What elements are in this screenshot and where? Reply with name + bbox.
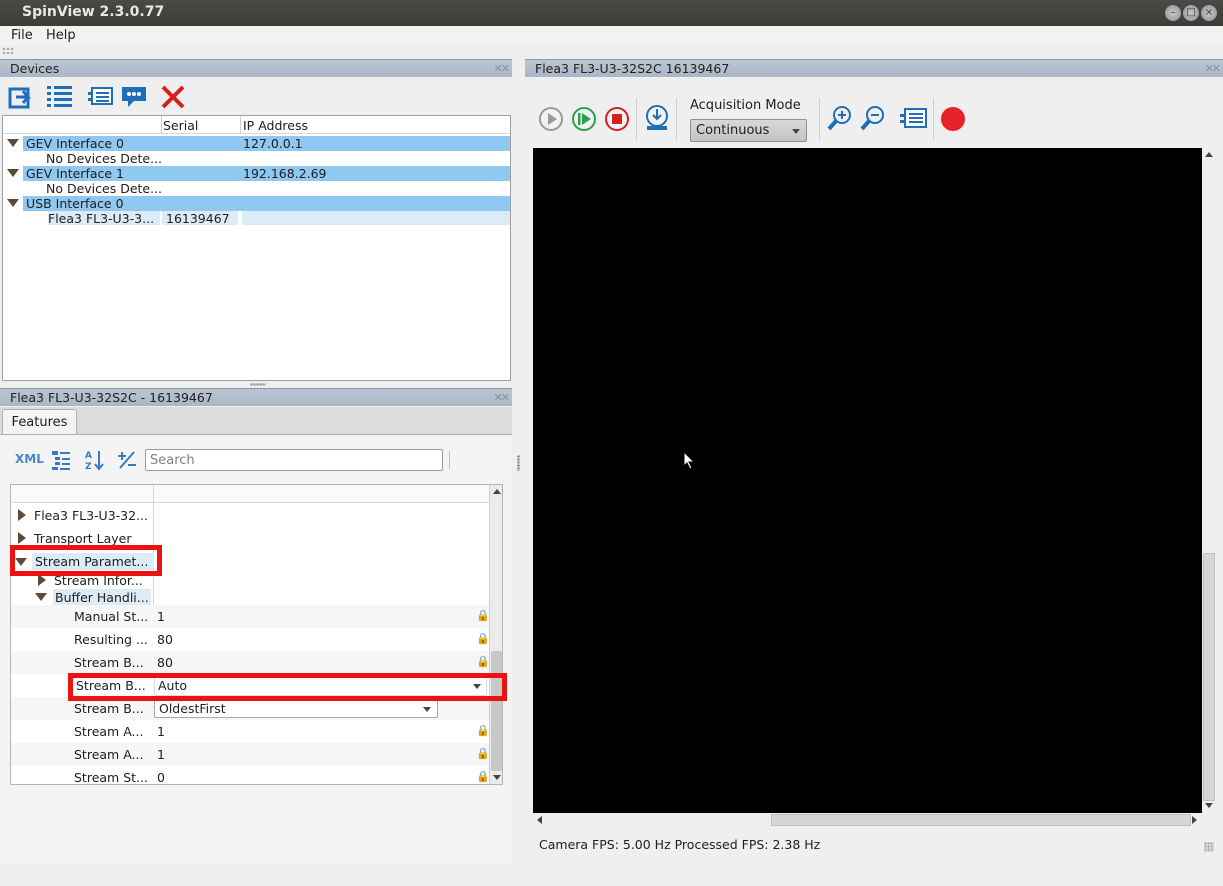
scroll-left-icon[interactable]: [537, 816, 542, 824]
scroll-right-icon[interactable]: [1192, 816, 1197, 824]
tree-view-icon[interactable]: [51, 450, 71, 470]
menu-help[interactable]: Help: [46, 28, 76, 43]
zoom-in-icon[interactable]: [826, 104, 854, 134]
acquisition-mode-label: Acquisition Mode: [690, 98, 801, 113]
tree-item[interactable]: Flea3 FL3-U3-32...: [11, 504, 489, 527]
expand-arrow-icon[interactable]: [7, 139, 19, 147]
viewer-horizontal-scrollbar[interactable]: [533, 813, 1202, 827]
scroll-thumb[interactable]: [1203, 553, 1215, 801]
search-input[interactable]: Search: [145, 449, 443, 471]
chevron-down-icon: [792, 129, 800, 134]
devices-tree-header: Serial IP Address: [3, 116, 510, 134]
message-icon[interactable]: [120, 85, 148, 109]
mouse-cursor-icon: [683, 451, 696, 470]
highlight-box: [68, 673, 507, 701]
record-icon[interactable]: [940, 106, 966, 132]
splitter-handle[interactable]: [250, 383, 266, 386]
window-title: SpinView 2.3.0.77: [22, 4, 165, 20]
scroll-thumb[interactable]: [771, 814, 1191, 826]
scroll-down-icon[interactable]: [1205, 803, 1213, 808]
devices-title: Devices: [10, 61, 60, 76]
svg-text:Z: Z: [85, 462, 92, 471]
lock-icon: 🔒: [476, 747, 490, 760]
refresh-devices-icon[interactable]: [8, 83, 34, 109]
svg-text:A: A: [85, 451, 92, 461]
xml-button[interactable]: XML: [15, 452, 44, 466]
single-frame-icon[interactable]: [571, 106, 597, 132]
lock-icon: 🔒: [476, 609, 490, 622]
dock-close-icon[interactable]: ✕✕: [494, 391, 511, 404]
device-info-icon[interactable]: [87, 86, 113, 108]
lock-icon: 🔒: [476, 770, 490, 783]
list-view-icon[interactable]: [46, 84, 74, 108]
acquisition-mode-select[interactable]: Continuous: [690, 119, 807, 142]
device-row[interactable]: GEV Interface 0 127.0.0.1: [23, 136, 510, 151]
lock-icon: 🔒: [476, 655, 490, 668]
highlight-box: [10, 545, 162, 576]
tree-item[interactable]: Buffer Handli...: [11, 588, 489, 606]
expand-arrow-icon[interactable]: [18, 532, 26, 544]
plus-minus-icon[interactable]: [117, 450, 137, 470]
feature-row[interactable]: Stream B... 80 🔒: [11, 651, 490, 674]
scroll-down-icon[interactable]: [493, 775, 501, 780]
collapse-arrow-icon[interactable]: [35, 593, 47, 601]
device-row[interactable]: GEV Interface 1 192.168.2.69: [23, 166, 510, 181]
lock-icon: 🔒: [476, 724, 490, 737]
menu-file[interactable]: File: [11, 28, 33, 43]
features-scrollbar[interactable]: [489, 485, 502, 784]
stream-info-icon[interactable]: [899, 107, 927, 131]
column-serial[interactable]: Serial: [163, 118, 198, 133]
feature-row[interactable]: Resulting ... 80 🔒: [11, 628, 490, 651]
feature-row[interactable]: Manual St... 1 🔒: [11, 605, 490, 628]
feature-row[interactable]: Stream A... 1 🔒: [11, 720, 490, 743]
device-row[interactable]: No Devices Dete...: [46, 181, 186, 196]
maximize-icon[interactable]: □: [1183, 5, 1199, 21]
feature-row[interactable]: Stream A... 1 🔒: [11, 743, 490, 766]
buffer-handling-mode-select[interactable]: OldestFirst: [154, 698, 438, 718]
camera-panel-header: Flea3 FL3-U3-32S2C - 16139467 ✕✕: [0, 388, 512, 406]
menu-bar: File Help: [0, 26, 1223, 46]
resize-grip[interactable]: [1204, 842, 1214, 852]
remove-icon[interactable]: [160, 84, 186, 110]
scroll-up-icon[interactable]: [1205, 152, 1213, 157]
close-window-icon[interactable]: ×: [1201, 5, 1217, 21]
toolbar-grip: [2, 47, 14, 55]
splitter-handle[interactable]: [517, 455, 520, 471]
device-row[interactable]: USB Interface 0: [23, 196, 510, 211]
chevron-down-icon: [423, 707, 431, 712]
camera-image-view[interactable]: [533, 148, 1202, 813]
sort-az-icon[interactable]: AZ: [84, 449, 104, 471]
devices-tree: Serial IP Address GEV Interface 0 127.0.…: [2, 115, 511, 381]
features-tree: Flea3 FL3-U3-32... Transport Layer Strea…: [10, 484, 503, 785]
lock-icon: 🔒: [476, 632, 490, 645]
expand-arrow-icon[interactable]: [7, 169, 19, 177]
features-tree-header: [11, 485, 489, 503]
tab-features[interactable]: Features: [2, 409, 77, 435]
dock-close-icon[interactable]: ✕✕: [1205, 62, 1222, 75]
stop-icon[interactable]: [604, 106, 630, 132]
column-ip-address[interactable]: IP Address: [243, 118, 308, 133]
play-icon[interactable]: [538, 106, 564, 132]
zoom-out-icon[interactable]: [859, 104, 887, 134]
camera-panel-title: Flea3 FL3-U3-32S2C - 16139467: [10, 390, 213, 405]
viewer-header: Flea3 FL3-U3-32S2C 16139467 ✕✕: [525, 59, 1223, 77]
minimize-icon[interactable]: –: [1165, 5, 1181, 21]
device-row[interactable]: No Devices Dete...: [46, 151, 186, 166]
viewer-vertical-scrollbar[interactable]: [1202, 148, 1216, 813]
viewer-title: Flea3 FL3-U3-32S2C 16139467: [535, 61, 730, 76]
scroll-up-icon[interactable]: [493, 489, 501, 494]
save-image-icon[interactable]: [643, 104, 671, 134]
scroll-thumb[interactable]: [491, 651, 502, 771]
feature-row[interactable]: Stream St... 0 🔒: [11, 766, 490, 784]
devices-header: Devices ✕✕: [0, 59, 512, 77]
title-bar: SpinView 2.3.0.77 – □ ×: [0, 0, 1223, 26]
expand-arrow-icon[interactable]: [18, 509, 26, 521]
dock-close-icon[interactable]: ✕✕: [494, 62, 511, 75]
fps-status: Camera FPS: 5.00 Hz Processed FPS: 2.38 …: [539, 837, 821, 852]
device-row[interactable]: Flea3 FL3-U3-3... 16139467: [48, 211, 510, 226]
expand-arrow-icon[interactable]: [7, 199, 19, 207]
